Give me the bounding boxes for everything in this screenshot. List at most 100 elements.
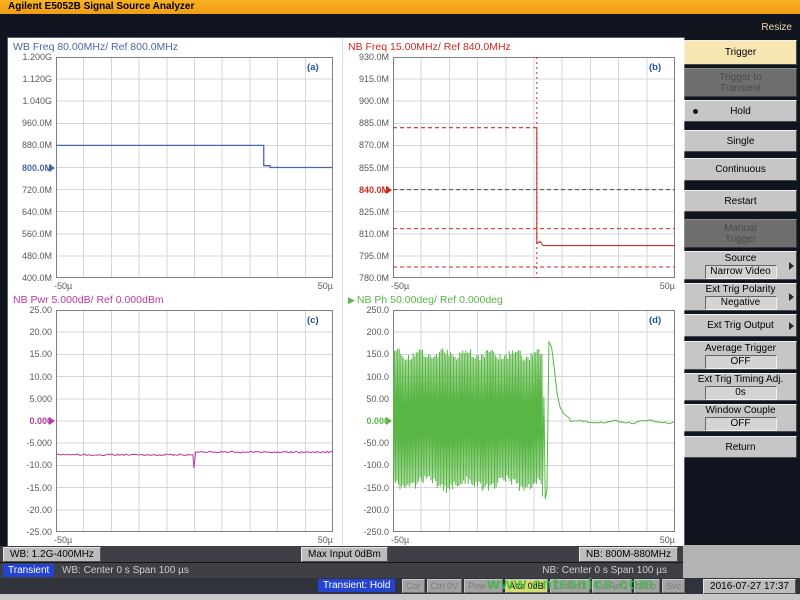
x-tick-label: 50µ xyxy=(645,281,675,291)
status-indicators: CorCtrl 0VPow 0VAttn 0dBExtRef1ExtRef2St… xyxy=(402,579,685,593)
datetime-readout: 2016-07-27 17:37 xyxy=(703,579,796,594)
softkey-manual-trigger: ManualTrigger xyxy=(684,219,797,248)
x-tick-label: -50µ xyxy=(391,535,409,545)
y-tick-label: 200.0 xyxy=(345,327,389,337)
trigger-status-badge: Transient: Hold xyxy=(318,579,395,592)
x-tick-label: -50µ xyxy=(391,281,409,291)
selected-bullet-icon xyxy=(693,109,698,114)
y-tick-label: 0.000 xyxy=(8,416,52,426)
plot-b-canvas xyxy=(393,57,675,278)
y-tick-label: -20.00 xyxy=(8,505,52,515)
softkey-value: Negative xyxy=(705,296,777,310)
footer-corner-panel xyxy=(683,545,800,578)
y-tick-label: 855.0M xyxy=(345,163,389,173)
y-tick-label: 15.00 xyxy=(8,349,52,359)
footer-row-sweep: Transient WB: Center 0 s Span 100 µs NB:… xyxy=(0,563,683,578)
y-tick-label: 100.0 xyxy=(345,372,389,382)
y-tick-label: 885.0M xyxy=(345,118,389,128)
max-input-readout: Max Input 0dBm xyxy=(301,547,388,562)
y-tick-label: 870.0M xyxy=(345,140,389,150)
x-tick-label: -50µ xyxy=(54,535,72,545)
softkey-ext-trig-timing-adj[interactable]: Ext Trig Timing Adj.0s xyxy=(684,373,797,401)
y-tick-label: -100.0 xyxy=(345,460,389,470)
y-tick-label: 915.0M xyxy=(345,74,389,84)
plot-column-divider xyxy=(342,38,343,547)
y-tick-label: -200.0 xyxy=(345,505,389,515)
softkey-label: Window Couple xyxy=(705,405,775,416)
y-tick-label: 810.0M xyxy=(345,229,389,239)
y-tick-label: -250.0 xyxy=(345,527,389,537)
instrument-screen: Agilent E5052B Signal Source Analyzer Re… xyxy=(0,0,800,600)
indicator-ctrl-0v: Ctrl 0V xyxy=(427,579,463,593)
softkey-single[interactable]: Single xyxy=(684,130,797,152)
indicator-cor: Cor xyxy=(402,579,425,593)
bottom-strip xyxy=(0,594,800,600)
nb-range-readout: NB: 800M-880MHz xyxy=(579,547,678,562)
softkey-return[interactable]: Return xyxy=(684,436,797,458)
y-tick-label: 1.040G xyxy=(8,96,52,106)
softkey-ext-trig-output[interactable]: Ext Trig Output xyxy=(684,314,797,337)
y-tick-label: 400.0M xyxy=(8,273,52,283)
plot-a-canvas xyxy=(56,57,333,278)
y-tick-label: -5.000 xyxy=(8,438,52,448)
nb-sweep-readout: NB: Center 0 s Span 100 µs xyxy=(542,563,667,578)
y-tick-label: 840.0M xyxy=(345,185,389,195)
title-bar: Agilent E5052B Signal Source Analyzer xyxy=(0,0,800,14)
wb-sweep-readout: WB: Center 0 s Span 100 µs xyxy=(62,563,189,578)
x-tick-label: -50µ xyxy=(54,281,72,291)
softkey-source[interactable]: SourceNarrow Video xyxy=(684,251,797,280)
y-tick-label: -50.00 xyxy=(345,438,389,448)
y-tick-label: 0.000 xyxy=(345,416,389,426)
softkey-label: Trigger to xyxy=(719,72,761,83)
softkey-label: Return xyxy=(725,442,755,453)
y-tick-label: 930.0M xyxy=(345,52,389,62)
y-tick-label: 640.0M xyxy=(8,207,52,217)
softkey-trigger-to-transient: Trigger toTransient xyxy=(684,68,797,97)
softkey-average-trigger[interactable]: Average TriggerOFF xyxy=(684,341,797,370)
softkey-ext-trig-polarity[interactable]: Ext Trig PolarityNegative xyxy=(684,283,797,311)
softkey-label: Ext Trig Timing Adj. xyxy=(698,374,784,385)
softkey-value: OFF xyxy=(705,355,777,369)
softkey-label: Transient xyxy=(720,83,761,94)
softkey-label: Hold xyxy=(730,106,751,117)
y-tick-label: 720.0M xyxy=(8,185,52,195)
indicator-svc: Svc xyxy=(662,579,685,593)
status-bar: Transient: Hold CorCtrl 0VPow 0VAttn 0dB… xyxy=(0,578,800,594)
y-tick-label: 10.00 xyxy=(8,372,52,382)
softkey-value: OFF xyxy=(705,417,777,431)
softkey-menu-title: Trigger xyxy=(684,40,797,65)
indicator-pow-0v: Pow 0V xyxy=(464,579,503,593)
y-tick-label: 960.0M xyxy=(8,118,52,128)
softkey-window-couple[interactable]: Window CoupleOFF xyxy=(684,404,797,432)
softkey-label: Source xyxy=(725,253,757,264)
indicator-extref1: ExtRef1 xyxy=(550,579,590,593)
ref-marker-icon xyxy=(386,186,392,194)
y-tick-label: 250.0 xyxy=(345,305,389,315)
indicator-extref2: ExtRef2 xyxy=(592,579,632,593)
mode-badge: Transient xyxy=(3,564,54,577)
ref-marker-icon xyxy=(49,164,55,172)
y-tick-label: -10.00 xyxy=(8,460,52,470)
y-tick-label: 50.00 xyxy=(345,394,389,404)
y-tick-label: 880.0M xyxy=(8,140,52,150)
y-tick-label: 900.0M xyxy=(345,96,389,106)
app-title: Agilent E5052B Signal Source Analyzer xyxy=(8,1,194,12)
plot-area: WB Freq 80.00MHz/ Ref 800.0MHz(a)1.200G1… xyxy=(7,37,685,548)
plot-c-canvas xyxy=(56,310,333,532)
y-tick-label: 1.200G xyxy=(8,52,52,62)
y-tick-label: -15.00 xyxy=(8,483,52,493)
softkey-restart[interactable]: Restart xyxy=(684,190,797,212)
softkey-hold[interactable]: Hold xyxy=(684,100,797,122)
softkey-continuous[interactable]: Continuous xyxy=(684,158,797,181)
softkey-label: Ext Trig Polarity xyxy=(705,284,775,295)
softkey-label: Restart xyxy=(724,196,756,207)
y-tick-label: 150.0 xyxy=(345,349,389,359)
indicator-attn-0db: Attn 0dB xyxy=(505,579,548,593)
y-tick-label: -25.00 xyxy=(8,527,52,537)
x-tick-label: 50µ xyxy=(303,281,333,291)
y-tick-label: 20.00 xyxy=(8,327,52,337)
softkey-label: Average Trigger xyxy=(705,343,776,354)
y-tick-label: -150.0 xyxy=(345,483,389,493)
softkey-label: Trigger xyxy=(725,234,756,245)
softkey-value: 0s xyxy=(705,386,777,400)
